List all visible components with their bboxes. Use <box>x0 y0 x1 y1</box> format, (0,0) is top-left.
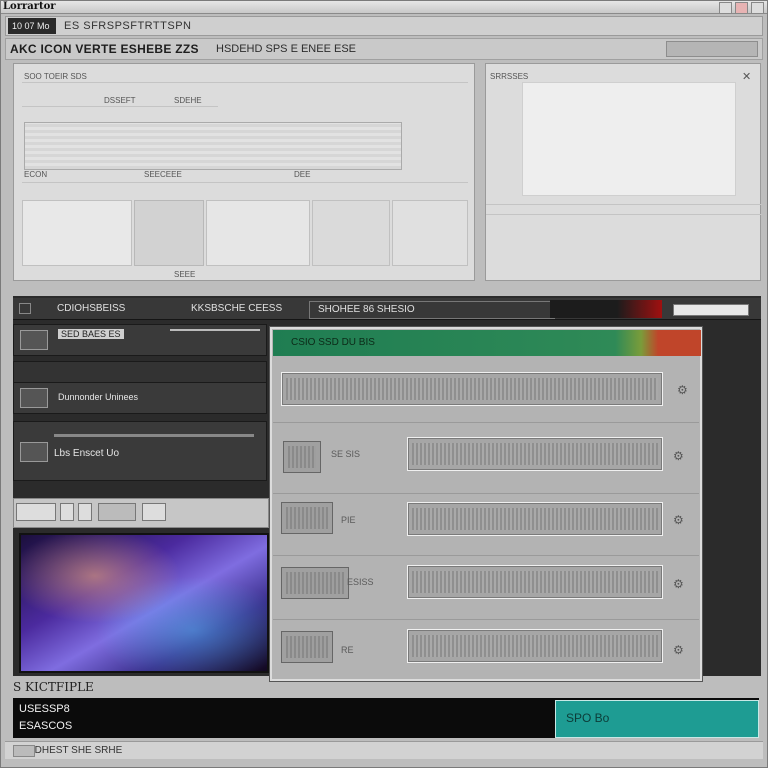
media-toolbar <box>13 498 269 528</box>
dialog-label-3: PIE <box>341 515 356 525</box>
list-item[interactable] <box>13 361 267 383</box>
list-item[interactable]: SED BAES ES <box>13 324 267 356</box>
dialog-label-2: SE SIS <box>331 449 361 459</box>
value-field[interactable] <box>673 304 749 316</box>
project-name: AKC ICON VERTE ESHEBE ZZS <box>10 42 199 56</box>
dialog-thumb-5[interactable] <box>281 631 333 663</box>
item-label: Dunnonder Uninees <box>58 392 139 402</box>
preview-cell-4[interactable] <box>312 200 390 266</box>
preview-cell-3[interactable] <box>206 200 310 266</box>
settings-icon[interactable]: ⚙ <box>673 449 695 463</box>
dialog-field-3[interactable] <box>407 502 663 536</box>
settings-icon[interactable]: ⚙ <box>673 513 695 527</box>
maximize-button[interactable] <box>735 2 748 14</box>
list-item[interactable]: Lbs Enscet Uo <box>13 421 267 481</box>
item-icon <box>20 442 48 462</box>
footer-line-2: ESASCOS <box>19 720 73 732</box>
close-icon[interactable]: ✕ <box>742 70 751 83</box>
tab-active[interactable]: 10 07 Mo <box>8 18 56 34</box>
row-label-1: DSSEFT <box>104 96 136 105</box>
status-bar: CCNDHEST SHE SRHE <box>5 741 763 759</box>
item-label: Lbs Enscet Uo <box>54 448 120 459</box>
control-field[interactable]: SHOHEE 86 SHESIO <box>309 301 555 319</box>
row-label-2: SDEHE <box>174 96 202 105</box>
chart-panel: SOO TOEIR SDS DSSEFT SDEHE ECON SEECEEE … <box>13 63 475 281</box>
control-label: SHOHEE 86 SHESIO <box>318 304 415 315</box>
project-status: HSDEHD SPS E ENEE ESE <box>216 43 356 55</box>
list-item[interactable]: Dunnonder Uninees <box>13 382 267 414</box>
toolbar: AKC ICON VERTE ESHEBE ZZS HSDEHD SPS E E… <box>5 38 763 60</box>
axis-label-3: DEE <box>294 170 311 179</box>
dialog-thumb-2[interactable] <box>283 441 321 473</box>
level-meter <box>550 300 662 318</box>
chart-area <box>24 122 402 170</box>
ok-button-label: SPO Bo <box>566 711 610 725</box>
photo-preview <box>19 533 269 673</box>
preview-panel: SRRSSES ✕ <box>485 63 762 281</box>
title-bar: Lorrartor <box>1 1 767 14</box>
dark-header: CDIOHSBEISS KKSBSCHE CEESS SHOHEE 86 SHE… <box>13 298 761 320</box>
window-title: Lorrartor <box>3 1 56 12</box>
dark-header-left: CDIOHSBEISS <box>57 303 126 314</box>
tab-label[interactable]: ES SFRSPSFTRTTSPN <box>64 20 191 32</box>
media-button-3[interactable] <box>78 503 92 521</box>
close-button[interactable] <box>751 2 764 14</box>
dialog-label-4: ESISS <box>347 577 374 587</box>
preview-cell-2[interactable] <box>134 200 204 266</box>
media-button-5[interactable] <box>142 503 166 521</box>
preview-panel-header: SRRSSES <box>490 72 529 81</box>
media-button-2[interactable] <box>60 503 74 521</box>
axis-label-2: SEECEEE <box>144 170 182 179</box>
dialog-title: CSIO SSD DU BIS <box>291 337 375 348</box>
dialog-field-2[interactable] <box>407 437 663 471</box>
settings-icon[interactable]: ⚙ <box>673 643 695 657</box>
tab-row: 10 07 Mo ES SFRSPSFTRTTSPN <box>5 16 763 36</box>
selection-label: S KICTFIPLE <box>13 680 94 694</box>
ok-button[interactable]: SPO Bo <box>555 700 759 738</box>
resize-grip-icon[interactable] <box>13 745 35 757</box>
preview-image <box>522 82 736 196</box>
dialog-thumb-4[interactable] <box>281 567 349 599</box>
axis-label-1: ECON <box>24 170 48 179</box>
item-icon <box>20 330 48 350</box>
search-input[interactable] <box>666 41 758 57</box>
item-icon <box>20 388 48 408</box>
dialog-title-bar: CSIO SSD DU BIS <box>273 330 701 356</box>
app-window: Lorrartor 10 07 Mo ES SFRSPSFTRTTSPN AKC… <box>0 0 768 768</box>
footer-line-1: USESSP8 <box>19 703 70 715</box>
preview-cell-1[interactable] <box>22 200 132 266</box>
media-button-1[interactable] <box>16 503 56 521</box>
dialog-field-4[interactable] <box>407 565 663 599</box>
chart-panel-header: SOO TOEIR SDS <box>24 72 87 81</box>
settings-icon[interactable]: ⚙ <box>677 383 695 397</box>
dialog-field-5[interactable] <box>407 629 663 663</box>
dialog-label-5: RE <box>341 645 354 655</box>
dark-header-mid: KKSBSCHE CEESS <box>191 303 283 314</box>
preview-cell-5[interactable] <box>392 200 468 266</box>
chart-caption: SEEE <box>174 270 196 279</box>
settings-icon[interactable]: ⚙ <box>673 577 695 591</box>
item-label: SED BAES ES <box>58 329 124 339</box>
minimize-button[interactable] <box>719 2 732 14</box>
media-button-4[interactable] <box>98 503 136 521</box>
dialog-field-1[interactable] <box>281 372 663 406</box>
dialog-thumb-3[interactable] <box>281 502 333 534</box>
